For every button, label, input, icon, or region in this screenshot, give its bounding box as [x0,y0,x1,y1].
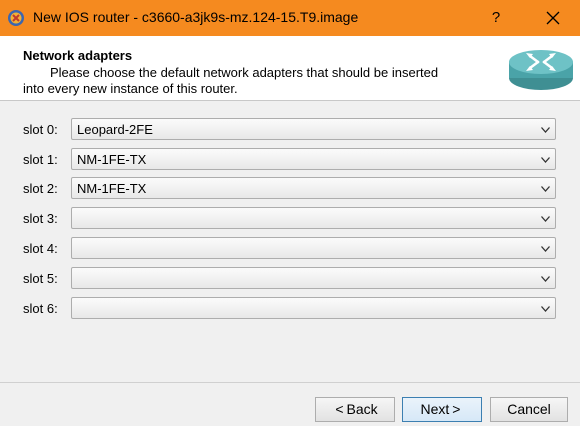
slot-label: slot 1: [23,152,58,167]
subtitle-line-2: into every new instance of this router. [23,81,238,96]
app-logo-icon [8,10,24,26]
slot-5-select[interactable] [71,267,556,289]
next-button[interactable]: Next > [402,397,482,422]
page-subtitle: Please choose the default network adapte… [23,65,503,97]
chevron-down-icon [541,306,550,312]
help-button[interactable]: ? [474,0,518,36]
chevron-down-icon [541,246,550,252]
next-caret: > [452,401,461,417]
footer-divider [0,382,580,383]
slot-row-5: slot 5: [0,267,580,291]
slot-row-0: slot 0: Leopard-2FE [0,118,580,142]
next-label: Next [420,401,450,417]
slot-0-select[interactable]: Leopard-2FE [71,118,556,140]
slot-row-1: slot 1: NM-1FE-TX [0,148,580,172]
slot-row-3: slot 3: [0,207,580,231]
back-label: Back [346,401,378,417]
slot-3-select[interactable] [71,207,556,229]
slot-label: slot 2: [23,181,58,196]
close-icon[interactable] [530,0,576,36]
slot-6-select[interactable] [71,297,556,319]
subtitle-line-1: Please choose the default network adapte… [50,65,439,80]
slot-1-value: NM-1FE-TX [77,152,147,167]
window-title: New IOS router - c3660-a3jk9s-mz.124-15.… [33,9,359,25]
slot-2-select[interactable]: NM-1FE-TX [71,177,556,199]
slot-label: slot 5: [23,271,58,286]
slot-0-value: Leopard-2FE [77,122,153,137]
slot-1-select[interactable]: NM-1FE-TX [71,148,556,170]
slot-row-4: slot 4: [0,237,580,261]
chevron-down-icon [541,216,550,222]
back-button[interactable]: < Back [315,397,395,422]
wizard-header: Network adapters Please choose the defau… [0,36,580,101]
chevron-down-icon [541,157,550,163]
back-caret: < [335,401,344,417]
chevron-down-icon [541,186,550,192]
slot-label: slot 3: [23,211,58,226]
router-icon [509,50,573,90]
page-title: Network adapters [23,48,133,63]
cancel-button[interactable]: Cancel [490,397,568,422]
slot-4-select[interactable] [71,237,556,259]
title-bar: New IOS router - c3660-a3jk9s-mz.124-15.… [0,0,580,36]
slot-row-2: slot 2: NM-1FE-TX [0,177,580,201]
slot-label: slot 0: [23,122,58,137]
slot-row-6: slot 6: [0,297,580,321]
chevron-down-icon [541,276,550,282]
slot-2-value: NM-1FE-TX [77,181,147,196]
slot-label: slot 6: [23,301,58,316]
chevron-down-icon [541,127,550,133]
slot-label: slot 4: [23,241,58,256]
